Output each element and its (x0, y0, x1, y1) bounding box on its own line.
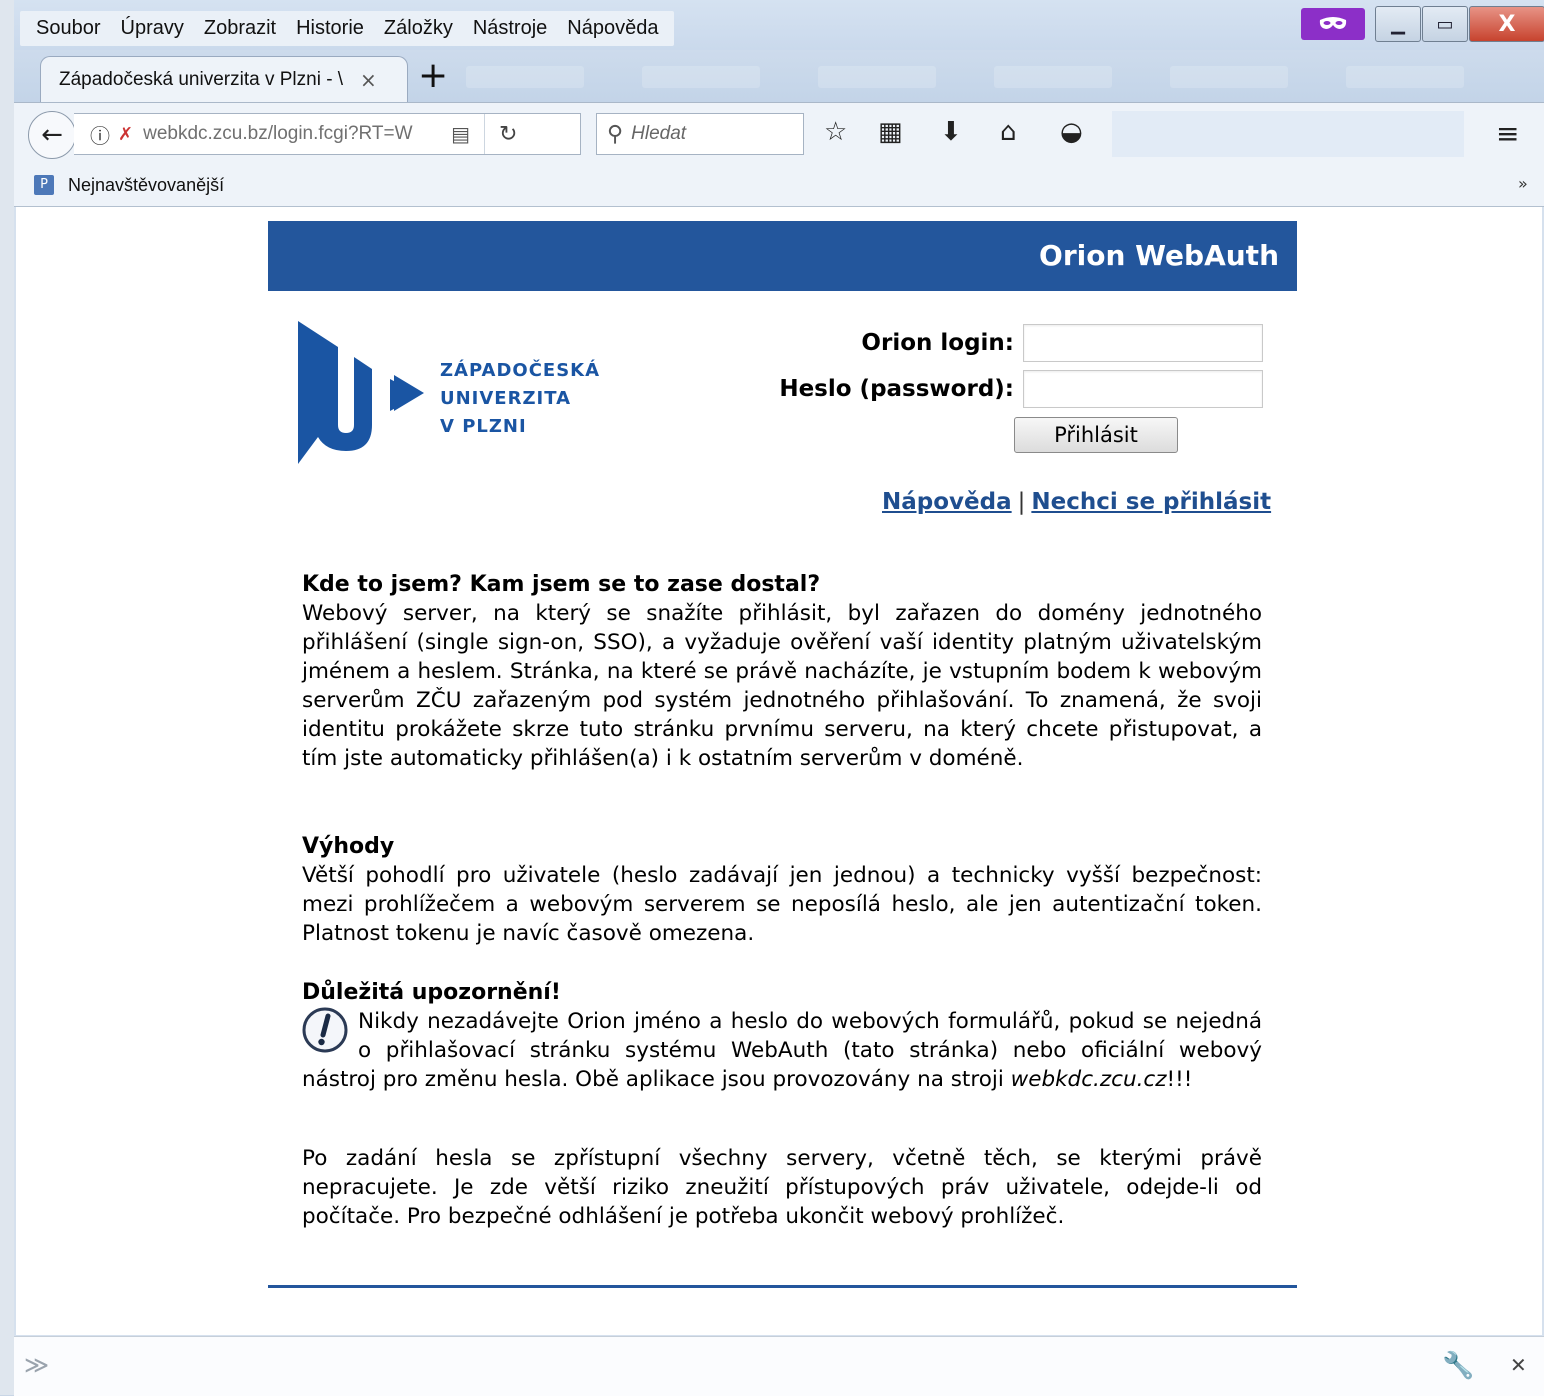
info-icon[interactable]: ⓘ (90, 120, 110, 149)
bookmarks-library-icon[interactable]: ▦ (878, 117, 903, 147)
section-text: Webový server, na který se snažíte přihl… (302, 601, 1262, 771)
menu-bar: Soubor Úpravy Zobrazit Historie Záložky … (14, 0, 1544, 50)
browser-window: Soubor Úpravy Zobrazit Historie Záložky … (14, 0, 1544, 1396)
section-text: Po zadání hesla se zpřístupní všechny se… (302, 1146, 1262, 1229)
bookmark-folder-icon: P (34, 175, 54, 195)
search-input[interactable]: ⚲ Hledat (596, 113, 804, 155)
section-text: Větší pohodlí pro uživatele (heslo zadáv… (302, 863, 1262, 946)
tab-title: Západočeská univerzita v Plzni - \ (59, 69, 344, 90)
tab-active[interactable]: Západočeská univerzita v Plzni - \ × (40, 56, 408, 103)
banner-title: Orion WebAuth (1039, 239, 1279, 272)
close-icon[interactable]: ✕ (1510, 1353, 1527, 1377)
bookmark-star-icon[interactable]: ☆ (824, 117, 847, 147)
header-banner: Orion WebAuth (268, 221, 1297, 291)
background-tab (466, 66, 584, 88)
logo-line: V PLZNI (440, 416, 527, 437)
menu-zobrazit[interactable]: Zobrazit (194, 17, 286, 40)
url-separator (484, 114, 485, 154)
menu-upravy[interactable]: Úpravy (111, 17, 194, 40)
warning-paragraph: Nikdy nezadávejte Orion jméno a heslo do… (302, 1007, 1262, 1094)
wrench-icon[interactable]: 🔧 (1442, 1351, 1474, 1381)
insecure-lock-icon[interactable]: ✗ (118, 124, 133, 145)
menu-pill: Soubor Úpravy Zobrazit Historie Záložky … (20, 11, 675, 46)
section-advantages: Výhody Větší pohodlí pro uživatele (hesl… (302, 832, 1262, 948)
link-separator: | (1017, 489, 1026, 515)
window-controls: ▁ ▭ X (1375, 6, 1544, 42)
logo-text: ZÁPADOČESKÁ UNIVERZITA V PLZNI (440, 357, 600, 441)
background-tab (1346, 66, 1464, 88)
maximize-icon[interactable]: ▭ (1422, 6, 1468, 42)
url-bar[interactable]: ⓘ ✗ webkdc.zcu.bz/login.fcgi?RT=W ▤ ↻ (74, 113, 581, 155)
background-tab (994, 66, 1112, 88)
reader-view-icon[interactable]: ▤ (451, 122, 470, 146)
chevron-right-icon[interactable]: ≫ (24, 1351, 49, 1379)
reload-icon[interactable]: ↻ (499, 122, 517, 147)
logo-arrow-icon (394, 375, 424, 411)
password-input[interactable] (1023, 370, 1263, 408)
minimize-icon[interactable]: ▁ (1375, 6, 1421, 42)
back-arrow-icon[interactable]: ← (28, 111, 76, 159)
section-warnings: Důležitá upozornění! Nikdy nezadávejte O… (302, 978, 1262, 1094)
url-text[interactable]: webkdc.zcu.bz/login.fcgi?RT=W (143, 123, 439, 145)
login-button[interactable]: Přihlásit (1014, 417, 1178, 453)
menu-historie[interactable]: Historie (286, 17, 374, 40)
pocket-icon[interactable]: ◒ (1060, 117, 1083, 147)
footer-divider (268, 1285, 1297, 1288)
bookmarks-overflow-icon[interactable]: » (1518, 174, 1528, 193)
new-tab-button[interactable]: + (418, 58, 448, 94)
menu-napoveda[interactable]: Nápověda (557, 17, 668, 40)
page-content: Orion WebAuth ZÁPADOČESKÁ UNIVERZITA V P… (16, 207, 1542, 1335)
logo-line: ZÁPADOČESKÁ (440, 360, 601, 381)
bookmark-most-visited[interactable]: Nejnavštěvovanější (68, 175, 224, 196)
section-where: Kde to jsem? Kam jsem se to zase dostal?… (302, 570, 1262, 773)
section-heading: Kde to jsem? Kam jsem se to zase dostal? (302, 572, 821, 597)
download-icon[interactable]: ⬇ (940, 117, 962, 147)
section-heading: Důležitá upozornění! (302, 980, 561, 1005)
search-icon: ⚲ (607, 121, 624, 147)
warning-exclamation-icon (302, 1007, 348, 1053)
navigation-toolbar: ← ⓘ ✗ webkdc.zcu.bz/login.fcgi?RT=W ▤ ↻ … (14, 102, 1544, 165)
tab-close-icon[interactable]: × (360, 68, 377, 92)
window-close-icon[interactable]: X (1469, 6, 1544, 42)
bottom-bar: ≫ 🔧 ✕ (14, 1336, 1544, 1396)
background-tab (818, 66, 936, 88)
cancel-login-link[interactable]: Nechci se přihlásit (1031, 489, 1271, 515)
menu-zalozky[interactable]: Záložky (374, 17, 463, 40)
menu-soubor[interactable]: Soubor (26, 17, 111, 40)
tab-bar: Západočeská univerzita v Plzni - \ × + (14, 50, 1544, 103)
logo-line: UNIVERZITA (440, 388, 572, 409)
private-browsing-mask-icon[interactable] (1301, 8, 1365, 40)
toolbar-spacer (1112, 111, 1464, 157)
home-icon[interactable]: ⌂ (1000, 117, 1017, 147)
warning-exclaim: !!! (1166, 1067, 1193, 1092)
background-tab (642, 66, 760, 88)
warning-host: webkdc.zcu.cz (1010, 1067, 1167, 1092)
password-label: Heslo (password): (779, 376, 1014, 402)
hamburger-menu-icon[interactable]: ≡ (1496, 117, 1519, 150)
menu-nastroje[interactable]: Nástroje (463, 17, 557, 40)
section-logout: Po zadání hesla se zpřístupní všechny se… (302, 1144, 1262, 1231)
login-label: Orion login: (861, 330, 1014, 356)
university-logo-icon (298, 321, 398, 464)
bookmarks-toolbar: P Nejnavštěvovanější » (14, 164, 1544, 207)
section-heading: Výhody (302, 834, 395, 859)
search-placeholder: Hledat (631, 123, 687, 144)
help-link[interactable]: Nápověda (882, 489, 1012, 515)
background-tab (1170, 66, 1288, 88)
login-input[interactable] (1023, 324, 1263, 362)
help-links: Nápověda | Nechci se přihlásit (882, 489, 1271, 515)
